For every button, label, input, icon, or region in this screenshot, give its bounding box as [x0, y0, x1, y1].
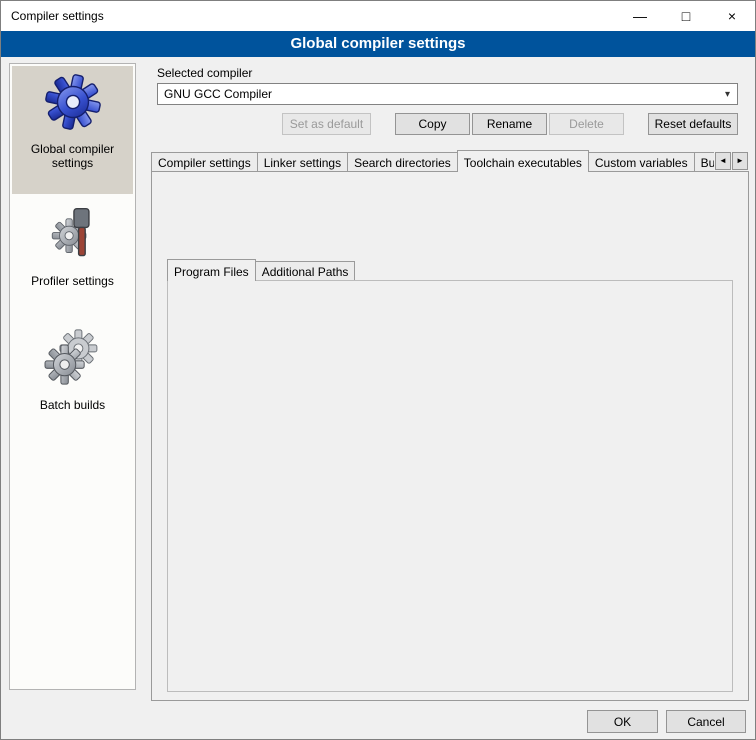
- close-icon: ×: [728, 8, 736, 24]
- tab-build-options[interactable]: Build: [694, 152, 714, 171]
- chevron-down-icon: ▾: [719, 85, 736, 103]
- profiler-icon: [43, 204, 103, 267]
- sidebar-item-label: Global compiler settings: [12, 142, 133, 170]
- selected-compiler-label: Selected compiler: [157, 66, 252, 80]
- tab-scroll-right-button[interactable]: ►: [732, 152, 748, 170]
- sidebar-item-label: Profiler settings: [27, 274, 118, 288]
- gear-icon: [43, 72, 103, 135]
- sidebar-item-global-compiler-settings[interactable]: Global compiler settings: [12, 66, 133, 194]
- compiler-settings-window: Compiler settings — □ × Global compiler …: [0, 0, 756, 740]
- tab-search-directories[interactable]: Search directories: [347, 152, 458, 171]
- window-controls: — □ ×: [617, 1, 755, 31]
- sidebar-item-profiler-settings[interactable]: Profiler settings: [12, 198, 133, 296]
- sidebar-item-label: Batch builds: [36, 398, 109, 412]
- minimize-button[interactable]: —: [617, 1, 663, 31]
- sidebar: Global compiler settings Profiler settin…: [9, 63, 136, 690]
- set-as-default-button[interactable]: Set as default: [282, 113, 371, 135]
- window-title: Compiler settings: [1, 9, 104, 23]
- rename-button[interactable]: Rename: [472, 113, 547, 135]
- selected-compiler-dropdown[interactable]: GNU GCC Compiler ▾: [157, 83, 738, 105]
- maximize-button[interactable]: □: [663, 1, 709, 31]
- tab-scroll-left-button[interactable]: ◄: [715, 152, 731, 170]
- ok-button[interactable]: OK: [587, 710, 658, 733]
- sidebar-item-batch-builds[interactable]: Batch builds: [12, 322, 133, 418]
- tab-linker-settings[interactable]: Linker settings: [257, 152, 348, 171]
- titlebar: Compiler settings — □ ×: [1, 1, 755, 31]
- tab-compiler-settings[interactable]: Compiler settings: [151, 152, 258, 171]
- reset-defaults-button[interactable]: Reset defaults: [648, 113, 738, 135]
- copy-button[interactable]: Copy: [395, 113, 470, 135]
- dialog-header: Global compiler settings: [1, 31, 755, 57]
- tab-custom-variables[interactable]: Custom variables: [588, 152, 695, 171]
- cancel-button[interactable]: Cancel: [666, 710, 746, 733]
- selected-compiler-value: GNU GCC Compiler: [164, 87, 272, 101]
- tab-additional-paths[interactable]: Additional Paths: [255, 261, 356, 280]
- batch-builds-icon: [43, 328, 103, 391]
- tab-program-files[interactable]: Program Files: [167, 259, 256, 281]
- delete-button[interactable]: Delete: [549, 113, 624, 135]
- program-tab-strip: Program Files Additional Paths: [167, 259, 467, 281]
- tab-toolchain-executables[interactable]: Toolchain executables: [457, 150, 589, 172]
- maximize-icon: □: [682, 8, 690, 24]
- minimize-icon: —: [633, 8, 647, 24]
- settings-tab-strip: Compiler settings Linker settings Search…: [151, 150, 714, 172]
- close-button[interactable]: ×: [709, 1, 755, 31]
- program-files-panel: [167, 280, 733, 692]
